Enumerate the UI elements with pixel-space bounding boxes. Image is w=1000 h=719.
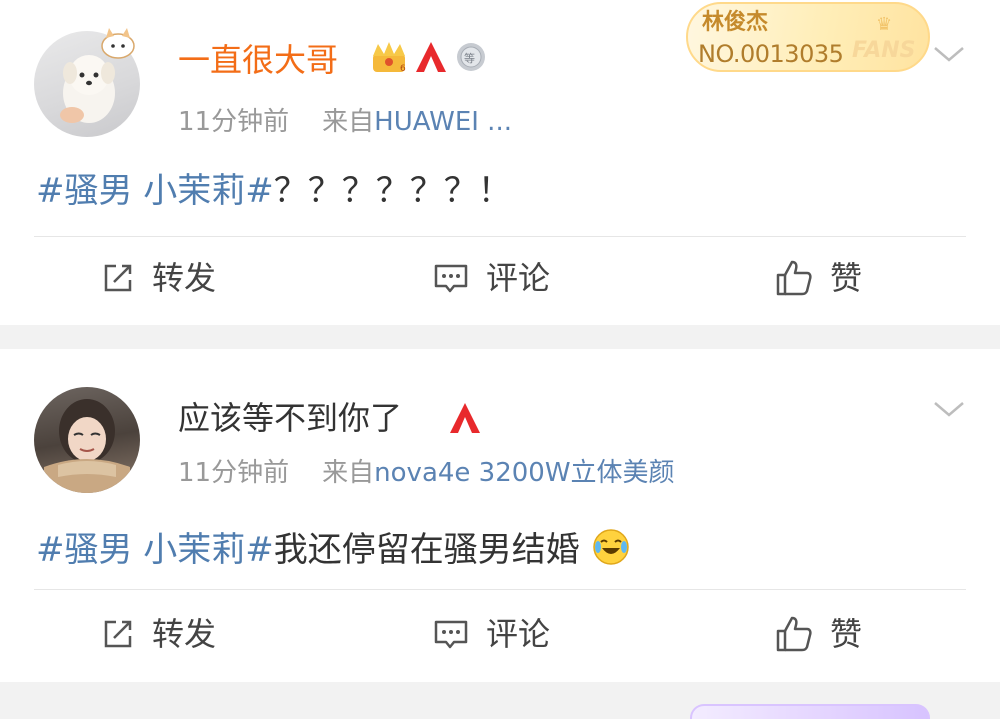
hashtag-link[interactable]: #骚男 小茉莉#: [36, 171, 274, 211]
fans-card-partial: [690, 704, 930, 719]
username[interactable]: 一直很大哥: [178, 40, 338, 80]
cat-sticker-icon: [101, 28, 135, 59]
comment-label: 评论: [486, 259, 551, 297]
like-icon: [776, 616, 812, 652]
comment-label: 评论: [486, 615, 551, 653]
medal-icon[interactable]: 等: [454, 40, 488, 74]
post-time: 11分钟前: [178, 107, 290, 137]
repost-button[interactable]: 转发: [100, 258, 216, 298]
repost-label: 转发: [152, 615, 217, 653]
hashtag-link[interactable]: #骚男 小茉莉#: [36, 530, 274, 570]
repost-label: 转发: [152, 259, 217, 297]
fans-card-name: 林俊杰: [702, 10, 769, 35]
post-content: #骚男 小茉莉#？？？？？？！: [36, 170, 512, 212]
fans-card-label: FANS: [852, 38, 916, 63]
fans-card[interactable]: 林俊杰 NO.0013035 ♛ FANS: [686, 2, 930, 72]
divider: [34, 589, 966, 590]
comment-icon: [434, 264, 468, 293]
comment-button[interactable]: 评论: [432, 614, 550, 654]
comment-button[interactable]: 评论: [432, 258, 550, 298]
crown-icon[interactable]: 6: [370, 40, 408, 74]
comment-card-1: 一直很大哥 6 等 林俊杰 NO.0013035 ♛ FANS 11分钟前 来自…: [0, 0, 1000, 325]
post-text: ？？？？？？！: [273, 171, 512, 211]
post-meta: 11分钟前 来自HUAWEI ...: [178, 106, 512, 138]
user-badges: 6 等: [370, 40, 488, 74]
section-separator: [0, 325, 1000, 349]
post-content: #骚男 小茉莉#我还停留在骚男结婚: [36, 527, 631, 571]
like-button[interactable]: 赞: [774, 258, 862, 298]
avatar[interactable]: [34, 387, 140, 493]
source-prefix: 来自: [322, 458, 375, 488]
crown-icon: ♛: [876, 14, 893, 35]
chevron-down-icon[interactable]: [932, 399, 966, 419]
like-label: 赞: [830, 259, 863, 297]
repost-icon: [104, 620, 132, 648]
repost-button[interactable]: 转发: [100, 614, 216, 654]
comment-icon: [434, 620, 468, 649]
post-time: 11分钟前: [178, 458, 290, 488]
svg-text:6: 6: [400, 64, 406, 74]
like-icon: [776, 260, 812, 296]
post-meta: 11分钟前 来自nova4e 3200W立体美颜: [178, 457, 675, 489]
red-a-icon[interactable]: [414, 40, 448, 74]
like-button[interactable]: 赞: [774, 614, 862, 654]
post-text: 我还停留在骚男结婚: [273, 530, 580, 570]
post-source[interactable]: nova4e 3200W立体美颜: [374, 458, 674, 488]
laugh-cry-emoji-icon: [592, 529, 629, 565]
username[interactable]: 应该等不到你了: [178, 398, 402, 438]
divider: [34, 236, 966, 237]
source-prefix: 来自: [322, 107, 375, 137]
repost-icon: [104, 264, 132, 292]
chevron-down-icon[interactable]: [932, 44, 966, 64]
red-a-icon[interactable]: [448, 401, 482, 435]
svg-text:等: 等: [464, 51, 475, 65]
like-label: 赞: [830, 615, 863, 653]
post-source[interactable]: HUAWEI ...: [374, 107, 512, 137]
fans-card-number: NO.0013035: [698, 40, 844, 68]
comment-card-2: 应该等不到你了 11分钟前 来自nova4e 3200W立体美颜 #骚男 小茉莉…: [0, 349, 1000, 682]
